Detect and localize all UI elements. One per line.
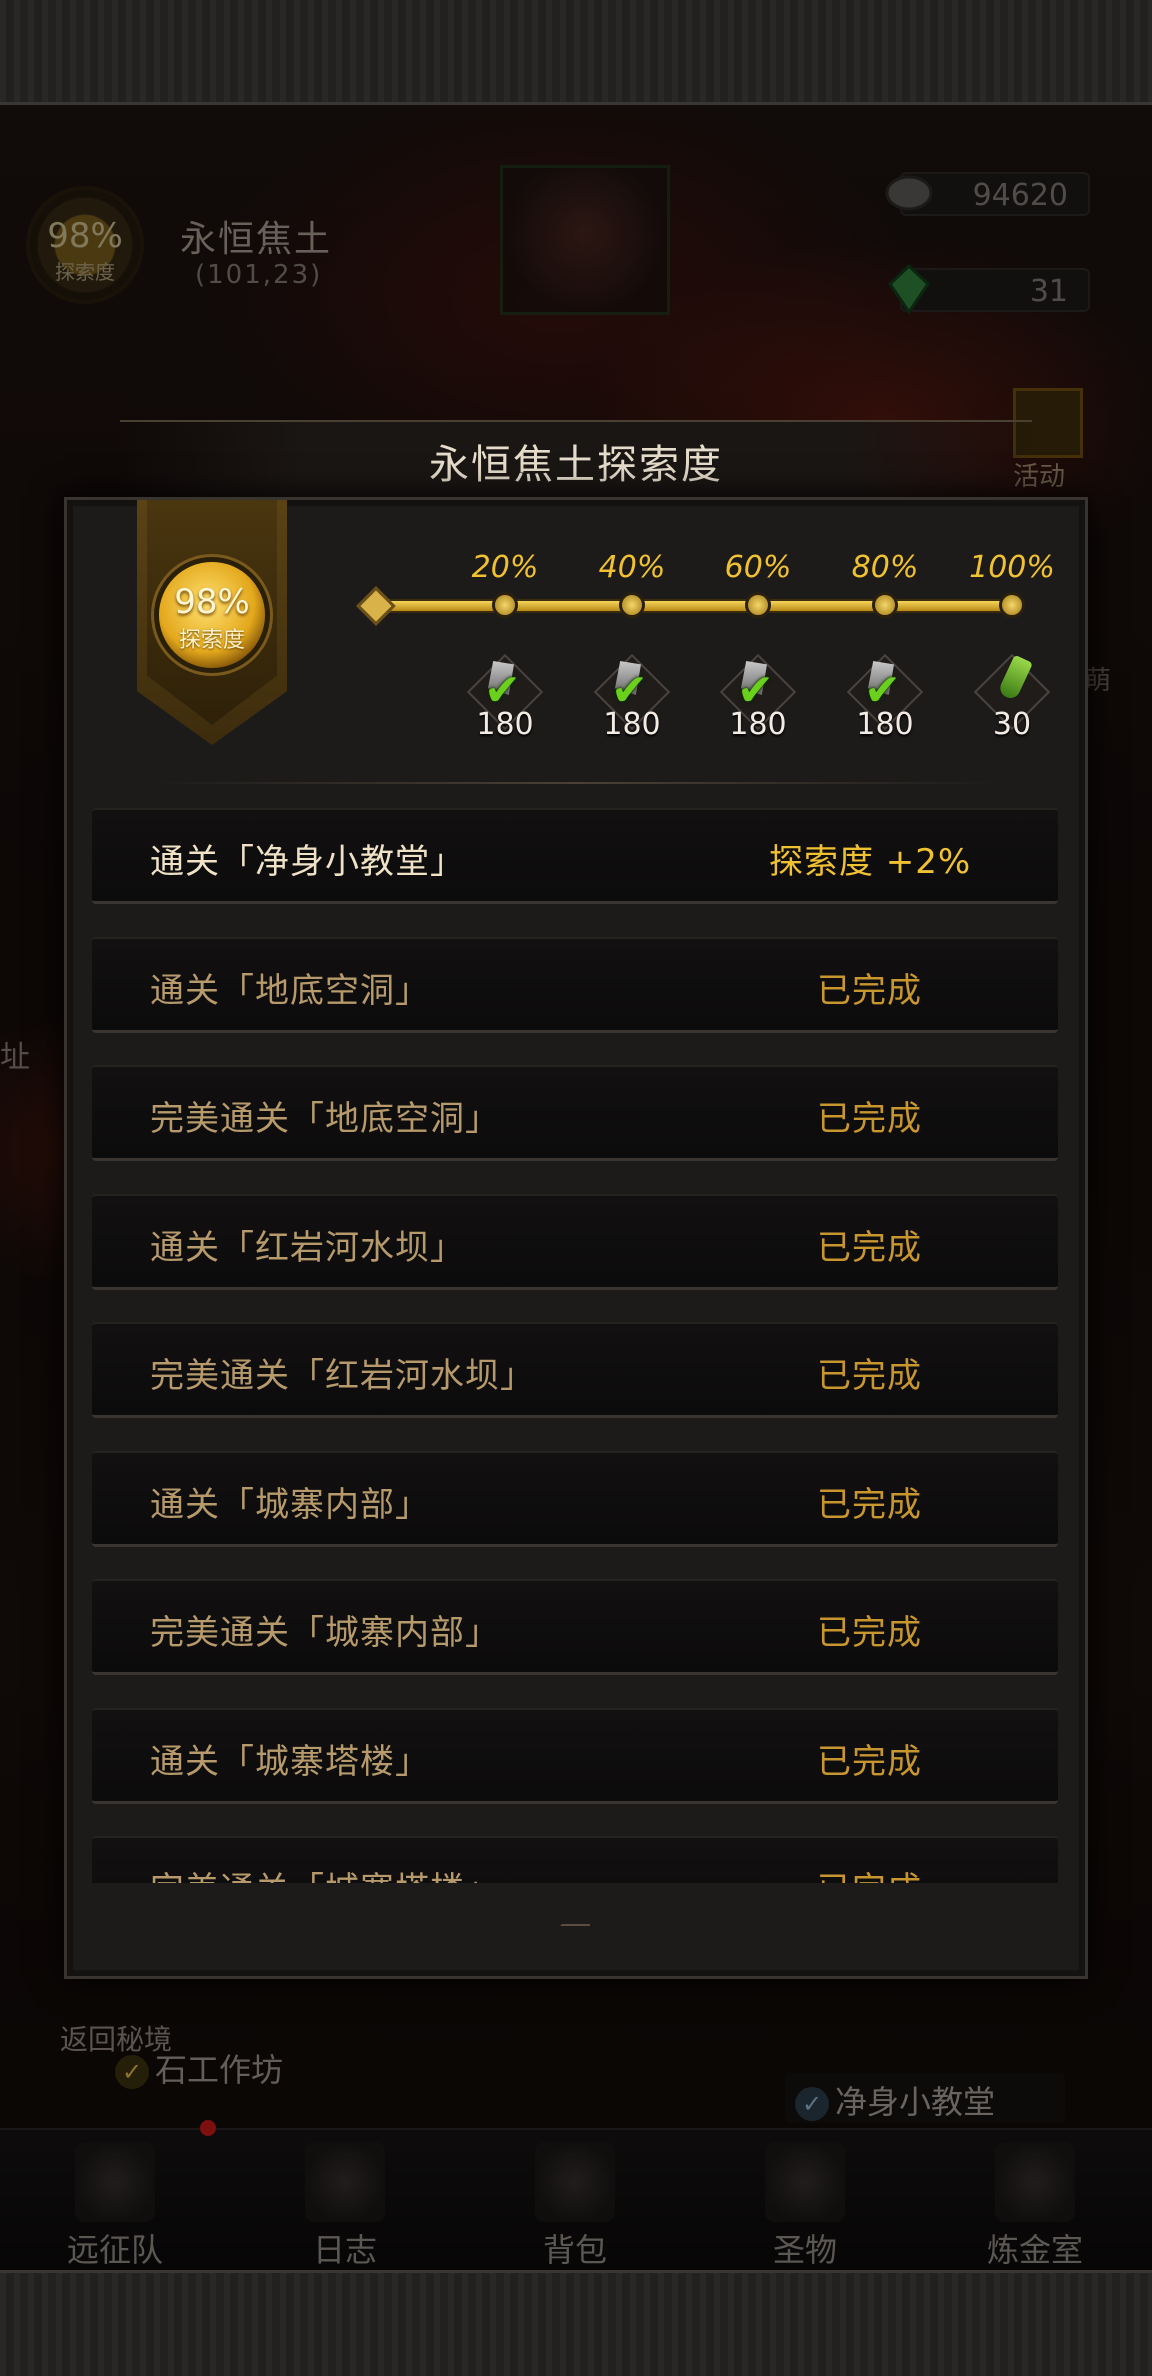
exploration-emblem: 98% 探索度 xyxy=(137,500,287,745)
milestone-node xyxy=(745,592,771,618)
milestone-reward[interactable]: 30 xyxy=(967,653,1057,745)
reward-quantity: 180 xyxy=(856,707,914,742)
task-title: 通关「地底空洞」 xyxy=(150,970,430,1011)
milestone-label: 60% xyxy=(724,550,792,585)
exploration-progress-value: 98% xyxy=(174,582,250,622)
reward-quantity: 180 xyxy=(729,707,787,742)
divider xyxy=(150,782,1002,784)
top-frame xyxy=(0,0,1152,105)
task-status: 已完成 xyxy=(817,1484,922,1525)
task-row[interactable]: 通关「城寨塔楼」 已完成 xyxy=(92,1707,1058,1804)
milestone-label: 40% xyxy=(598,550,666,585)
exploration-progress-bar xyxy=(380,599,1015,613)
task-list[interactable]: 通关「净身小教堂」 探索度 +2% 通关「地底空洞」 已完成 完美通关「地底空洞」 已完成… xyxy=(92,808,1058,1883)
milestone-reward[interactable]: ✔ 180 xyxy=(713,653,803,745)
task-title: 通关「城寨塔楼」 xyxy=(150,1741,430,1782)
milestone-reward[interactable]: ✔ 180 xyxy=(587,653,677,745)
task-title: 完美通关「红岩河水坝」 xyxy=(150,1356,535,1396)
task-row[interactable]: 完美通关「城寨内部」 已完成 xyxy=(92,1579,1058,1675)
milestone-label: 80% xyxy=(851,550,919,585)
milestone-node xyxy=(999,592,1025,618)
reward-quantity: 30 xyxy=(992,707,1032,742)
task-title: 完美通关「地底空洞」 xyxy=(150,1099,500,1139)
milestone-node xyxy=(872,592,898,618)
task-title: 完美通关「城寨塔楼」 xyxy=(150,1862,500,1883)
task-row[interactable]: 通关「净身小教堂」 探索度 +2% xyxy=(92,808,1058,904)
task-status: 已完成 xyxy=(817,1613,922,1653)
task-status: 已完成 xyxy=(817,1741,922,1782)
task-row[interactable]: 通关「城寨内部」 已完成 xyxy=(92,1450,1058,1547)
bottom-frame xyxy=(0,2270,1152,2376)
milestone-label: 100% xyxy=(969,550,1055,585)
task-row[interactable]: 完美通关「地底空洞」 已完成 xyxy=(92,1065,1058,1161)
task-status: 已完成 xyxy=(817,1099,922,1139)
task-title: 完美通关「城寨内部」 xyxy=(150,1613,500,1653)
task-status: 已完成 xyxy=(817,970,922,1011)
reward-quantity: 180 xyxy=(603,707,661,742)
task-title: 通关「城寨内部」 xyxy=(150,1484,430,1525)
reward-quantity: 180 xyxy=(476,707,534,742)
milestone-label: 20% xyxy=(471,550,539,585)
task-status: 已完成 xyxy=(817,1862,922,1883)
exploration-progress-dial: 98% 探索度 xyxy=(159,562,265,668)
task-title: 通关「红岩河水坝」 xyxy=(150,1227,465,1268)
task-title: 通关「净身小教堂」 xyxy=(150,842,465,882)
task-row[interactable]: 完美通关「红岩河水坝」 已完成 xyxy=(92,1322,1058,1418)
milestone-reward[interactable]: ✔ 180 xyxy=(460,653,550,745)
task-row[interactable]: 通关「地底空洞」 已完成 xyxy=(92,936,1058,1033)
task-status: 探索度 +2% xyxy=(769,842,972,882)
task-row[interactable]: 通关「红岩河水坝」 已完成 xyxy=(92,1193,1058,1290)
exploration-progress-label: 探索度 xyxy=(178,628,245,653)
modal-title: 永恒焦土探索度 xyxy=(429,442,723,488)
task-row[interactable]: 完美通关「城寨塔楼」 已完成 xyxy=(92,1836,1058,1883)
modal-bottom-ornament xyxy=(560,1912,590,1926)
milestone-node xyxy=(619,592,645,618)
milestone-node xyxy=(492,592,518,618)
task-status: 已完成 xyxy=(817,1227,922,1268)
task-status: 已完成 xyxy=(817,1356,922,1396)
milestone-reward[interactable]: ✔ 180 xyxy=(840,653,930,745)
